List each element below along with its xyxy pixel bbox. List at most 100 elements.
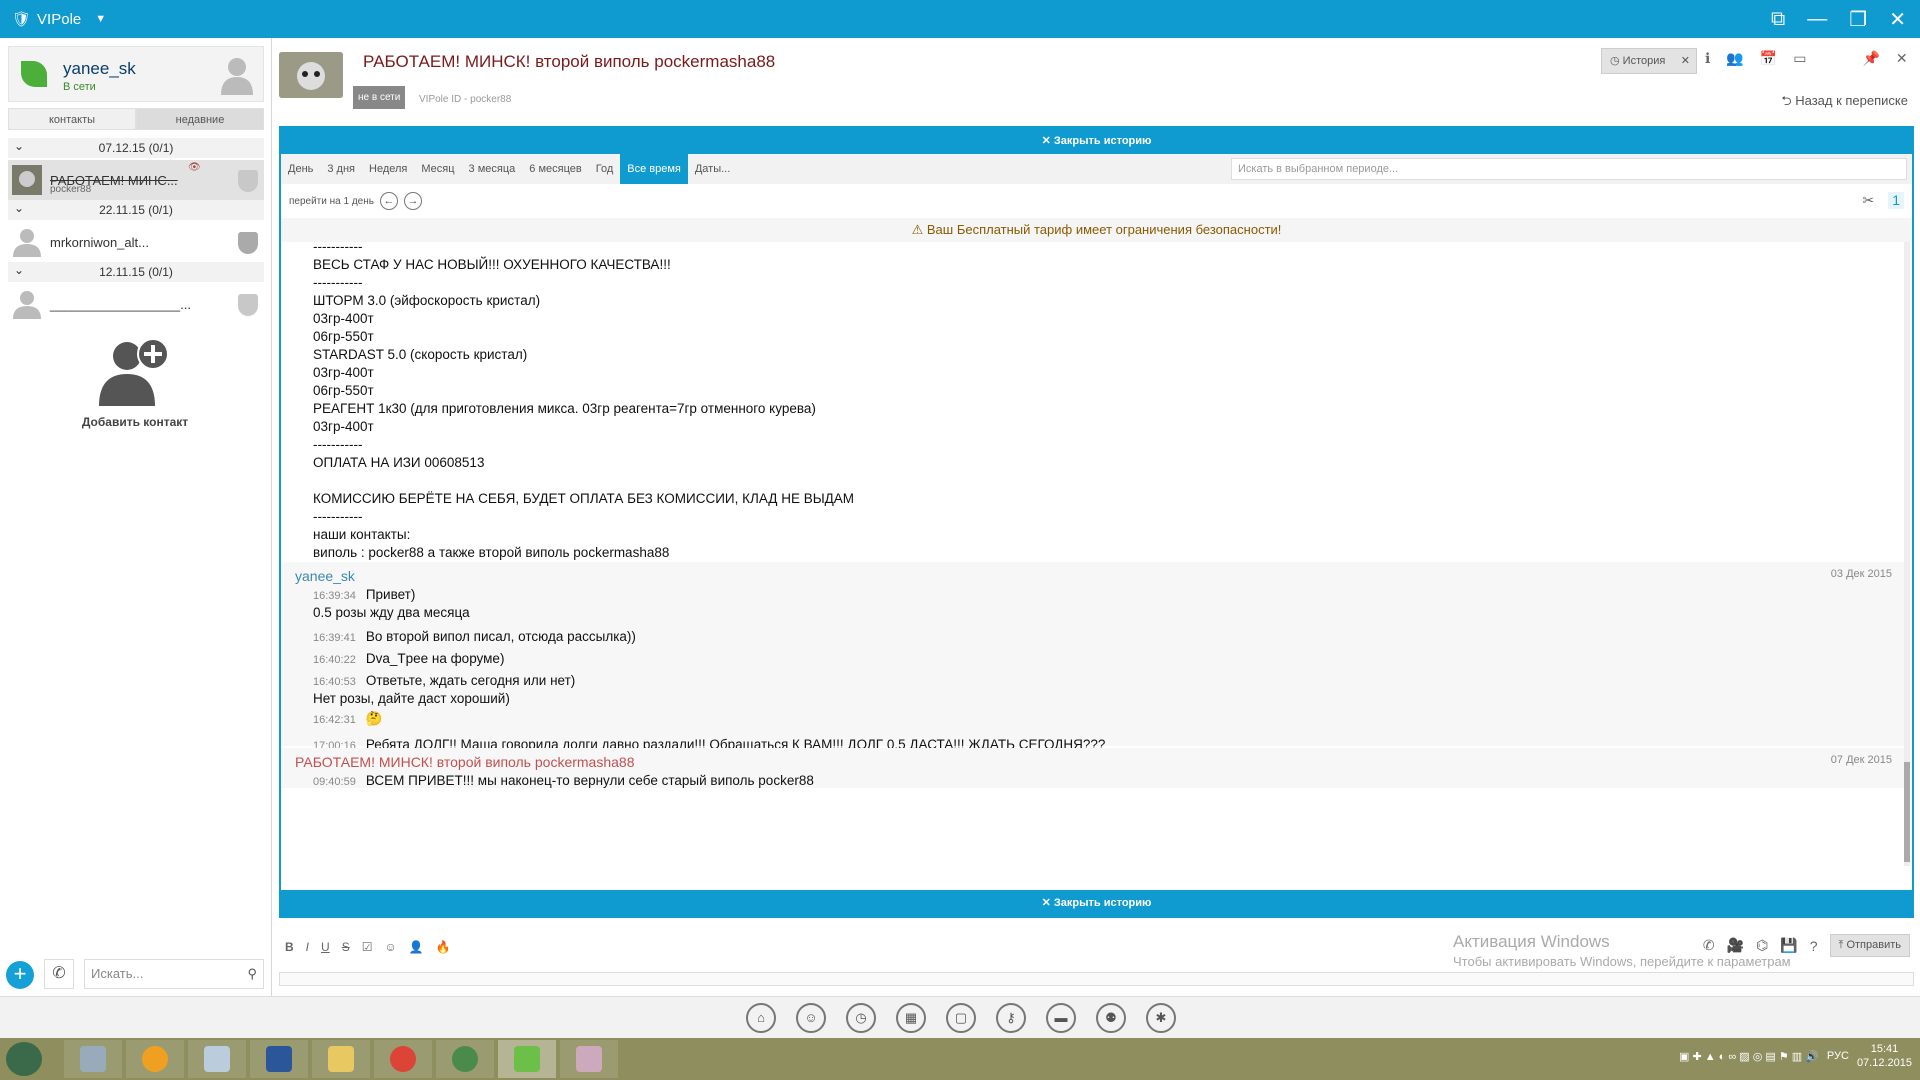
chevron-down-icon[interactable]: ⌄ xyxy=(14,136,24,156)
minimize-button[interactable]: — xyxy=(1807,8,1827,31)
pin-icon[interactable]: 📌 xyxy=(1862,50,1879,67)
period-tab[interactable]: День xyxy=(281,154,320,184)
contacts-icon[interactable]: ☺ xyxy=(796,1003,826,1033)
format-toolbar: B I U S ☑ ☺ 👤 🔥 xyxy=(285,940,451,954)
add-button[interactable]: + xyxy=(6,961,34,989)
message-line: Нет розы, дайте даст хороший) xyxy=(313,691,510,706)
period-tab[interactable]: Неделя xyxy=(362,154,414,184)
calendar-icon[interactable]: ▦ xyxy=(896,1003,926,1033)
shield-icon xyxy=(238,294,258,316)
chevron-down-icon[interactable]: ▼ xyxy=(95,13,106,25)
avatar[interactable] xyxy=(219,55,255,95)
history-tab[interactable]: ◷ История ✕ xyxy=(1601,48,1697,74)
save-icon[interactable]: 💾 xyxy=(1780,937,1797,954)
date-group[interactable]: ⌄ 12.11.15 (0/1) xyxy=(8,262,264,282)
calculator-app[interactable] xyxy=(64,1040,122,1078)
tools-icon[interactable]: ✂ xyxy=(1862,192,1874,209)
avast-app[interactable] xyxy=(126,1040,184,1078)
underline-button[interactable]: U xyxy=(321,940,330,954)
system-tray: ▣ ✚ ▲ ◐ ∞ ▨ ◎ ▤ ⚑ ▥ 🔊 РУС 15:41 07.12.20… xyxy=(1679,1042,1912,1070)
eye-icon: 👁 xyxy=(188,162,201,173)
period-tab[interactable]: 3 месяца xyxy=(462,154,523,184)
date-group[interactable]: ⌄ 07.12.15 (0/1) xyxy=(8,138,264,158)
close-icon: ✕ xyxy=(1041,135,1054,147)
notes-icon[interactable]: ▢ xyxy=(946,1003,976,1033)
fire-icon[interactable]: 🔥 xyxy=(436,940,451,954)
tab-contacts[interactable]: контакты xyxy=(8,108,136,130)
shield-icon: 🛡 xyxy=(12,11,32,28)
page-number[interactable]: 1 xyxy=(1888,192,1904,209)
close-history-button[interactable]: ✕ Закрыть историю xyxy=(281,890,1912,916)
history-search-input[interactable]: Искать в выбранном периоде... xyxy=(1231,158,1907,180)
word-app[interactable] xyxy=(250,1040,308,1078)
bold-button[interactable]: B xyxy=(285,940,294,954)
language-indicator[interactable]: РУС xyxy=(1827,1050,1849,1062)
phone-icon[interactable]: ✆ xyxy=(44,959,74,989)
scrollbar[interactable] xyxy=(1904,242,1910,866)
period-tab[interactable]: Даты... xyxy=(688,154,737,184)
paint-app[interactable] xyxy=(560,1040,618,1078)
contact-item[interactable]: РАБОТАЕМ! МИНС... pocker88 👁 xyxy=(8,160,264,200)
status-badge: не в сети xyxy=(353,86,406,109)
chevron-down-icon[interactable]: ⌄ xyxy=(14,260,24,280)
message-input[interactable] xyxy=(279,972,1914,986)
calendar-icon[interactable]: 📅 xyxy=(1760,50,1777,67)
add-contact-button[interactable]: Добавить контакт xyxy=(70,338,200,429)
arrow-left-icon[interactable]: ← xyxy=(379,192,398,210)
globe-app[interactable] xyxy=(436,1040,494,1078)
tab-recent[interactable]: недавние xyxy=(136,108,264,130)
message-text: ----------- ВЕСЬ СТАФ У НАС НОВЫЙ!!! ОХУ… xyxy=(313,242,1364,614)
close-icon[interactable]: ✕ xyxy=(1681,49,1690,73)
contact-share-icon[interactable]: 👤 xyxy=(409,940,424,954)
smiley-icon[interactable]: ☺ xyxy=(384,940,396,954)
check-icon[interactable]: ☑ xyxy=(362,940,373,954)
period-tab[interactable]: Все время xyxy=(620,154,688,184)
restore-button[interactable]: ❐ xyxy=(1849,7,1867,32)
chevron-down-icon[interactable]: ⌄ xyxy=(14,198,24,218)
send-button[interactable]: ⤒ Отправить xyxy=(1829,934,1910,957)
settings-icon[interactable]: ✱ xyxy=(1146,1003,1176,1033)
home-icon[interactable]: ⌂ xyxy=(746,1003,776,1033)
vipole-app[interactable] xyxy=(498,1040,556,1078)
strike-button[interactable]: S xyxy=(342,940,350,954)
contact-item[interactable]: mrkorniwon_alt... xyxy=(8,222,264,262)
date-group[interactable]: ⌄ 22.11.15 (0/1) xyxy=(8,200,264,220)
scrollbar-thumb[interactable] xyxy=(1904,762,1910,862)
tray-icons[interactable]: ▣ ✚ ▲ ◐ ∞ ▨ ◎ ▤ ⚑ ▥ 🔊 xyxy=(1679,1050,1819,1063)
period-tab[interactable]: Месяц xyxy=(414,154,461,184)
avatar xyxy=(279,52,343,98)
app-logo[interactable]: 🛡 VIPole xyxy=(12,10,81,29)
help-icon[interactable]: ? xyxy=(1810,938,1818,954)
history-icon[interactable]: ◷ xyxy=(846,1003,876,1033)
close-button[interactable]: ✕ xyxy=(1889,7,1906,32)
chrome-app[interactable] xyxy=(374,1040,432,1078)
info-icon[interactable]: ℹ xyxy=(1705,50,1710,67)
close-icon[interactable]: ✕ xyxy=(1896,50,1908,67)
group-icon[interactable]: ⚉ xyxy=(1096,1003,1126,1033)
compact-mode-icon[interactable]: ⧉ xyxy=(1771,8,1785,31)
contact-item[interactable]: __________________... xyxy=(8,284,264,324)
contact-sub: pocker88 xyxy=(50,184,92,195)
notes-app[interactable] xyxy=(188,1040,246,1078)
italic-button[interactable]: I xyxy=(306,940,309,954)
key-icon[interactable]: ⚷ xyxy=(996,1003,1026,1033)
vipole-id: VIPole ID - pocker88 xyxy=(419,94,512,105)
phone-icon[interactable]: ✆ xyxy=(1703,937,1715,954)
explorer-app[interactable] xyxy=(312,1040,370,1078)
my-profile[interactable]: yanee_sk В сети xyxy=(8,46,264,102)
search-icon[interactable]: ⚲ xyxy=(247,960,257,988)
clock[interactable]: 15:41 07.12.2015 xyxy=(1857,1042,1912,1070)
voicemail-icon[interactable]: ⌬ xyxy=(1756,937,1768,954)
video-icon[interactable]: 🎥 xyxy=(1727,937,1744,954)
period-tab[interactable]: 6 месяцев xyxy=(522,154,588,184)
arrow-right-icon[interactable]: → xyxy=(403,192,422,210)
back-to-chat-link[interactable]: ⮌ Назад к переписке xyxy=(1781,92,1908,114)
folder-icon[interactable]: ▬ xyxy=(1046,1003,1076,1033)
file-icon[interactable]: ▭ xyxy=(1793,50,1806,67)
close-history-button[interactable]: ✕ Закрыть историю xyxy=(281,128,1912,154)
period-tab[interactable]: Год xyxy=(589,154,621,184)
group-icon[interactable]: 👥 xyxy=(1726,50,1743,67)
period-tab[interactable]: 3 дня xyxy=(320,154,362,184)
search-input[interactable]: Искать... ⚲ xyxy=(84,959,264,989)
start-button[interactable] xyxy=(6,1042,42,1076)
